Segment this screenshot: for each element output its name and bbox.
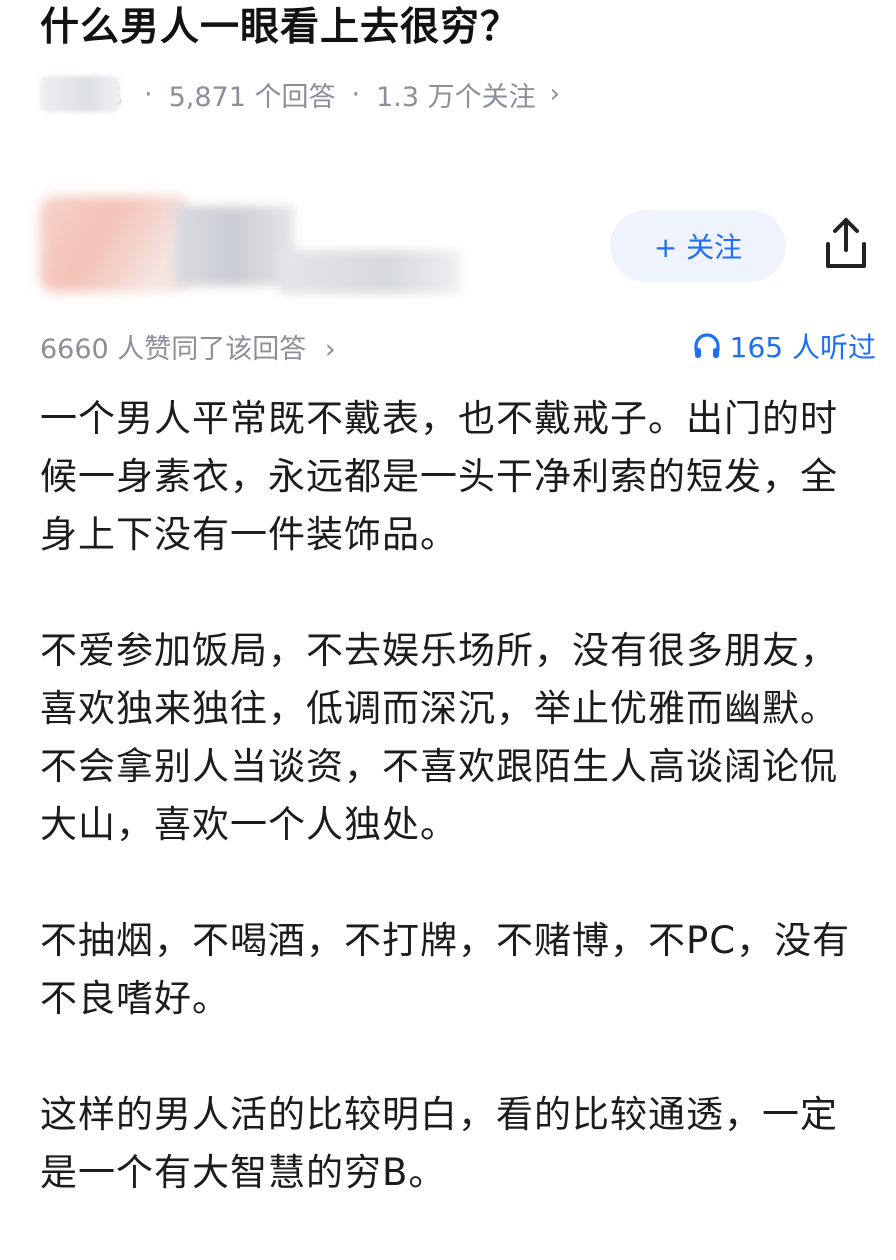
answer-stats: 6660 人赞同了该回答 › 165 人听过 — [40, 324, 876, 368]
follow-button[interactable]: + 关注 — [610, 210, 786, 282]
answer-paragraph: 这样的男人活的比较明白，看的比较通透，一定是一个有大智慧的穷B。 — [40, 1093, 838, 1194]
answers-count[interactable]: 5,871 个回答 — [169, 75, 336, 114]
follow-button-label: + 关注 — [653, 231, 743, 264]
separator-dot: · — [351, 78, 361, 110]
answer-page: 什么男人一眼看上去很穷？ 飞 · 5,871 个回答 · 1.3 万个关注 › … — [0, 0, 896, 1200]
listened-count: 165 人听过 — [729, 331, 876, 364]
share-icon[interactable] — [820, 214, 872, 274]
followers-count[interactable]: 1.3 万个关注 — [376, 75, 536, 114]
author-row: + 关注 — [40, 190, 866, 310]
chevron-right-icon: › — [324, 333, 336, 365]
answer-paragraph: 一个男人平常既不戴表，也不戴戒子。出门的时候一身素衣，永远都是一头干净利索的短发… — [40, 397, 838, 556]
listened-row[interactable]: 165 人听过 — [692, 326, 876, 366]
avatar[interactable] — [40, 196, 190, 292]
answer-content: 一个男人平常既不戴表，也不戴戒子。出门的时候一身素衣，永远都是一头干净利索的短发… — [40, 390, 872, 1260]
votes-count: 6660 人赞同了该回答 — [40, 333, 307, 365]
chevron-right-icon[interactable]: › — [550, 79, 560, 109]
question-title[interactable]: 什么男人一眼看上去很穷？ — [40, 6, 520, 50]
separator-dot: · — [144, 78, 153, 110]
headphone-icon — [694, 333, 720, 358]
author-bio — [280, 250, 460, 294]
votes-row[interactable]: 6660 人赞同了该回答 › — [40, 327, 336, 366]
question-meta: 飞 · 5,871 个回答 · 1.3 万个关注 › — [40, 72, 560, 116]
author-name[interactable] — [175, 206, 295, 286]
answer-paragraph: 不爱参加饭局，不去娱乐场所，没有很多朋友，喜欢独来独往，低调而深沉，举止优雅而幽… — [40, 629, 838, 846]
answer-paragraph: 不抽烟，不喝酒，不打牌，不赌博，不PC，没有不良嗜好。 — [40, 919, 851, 1020]
blurred-topic — [40, 76, 120, 112]
